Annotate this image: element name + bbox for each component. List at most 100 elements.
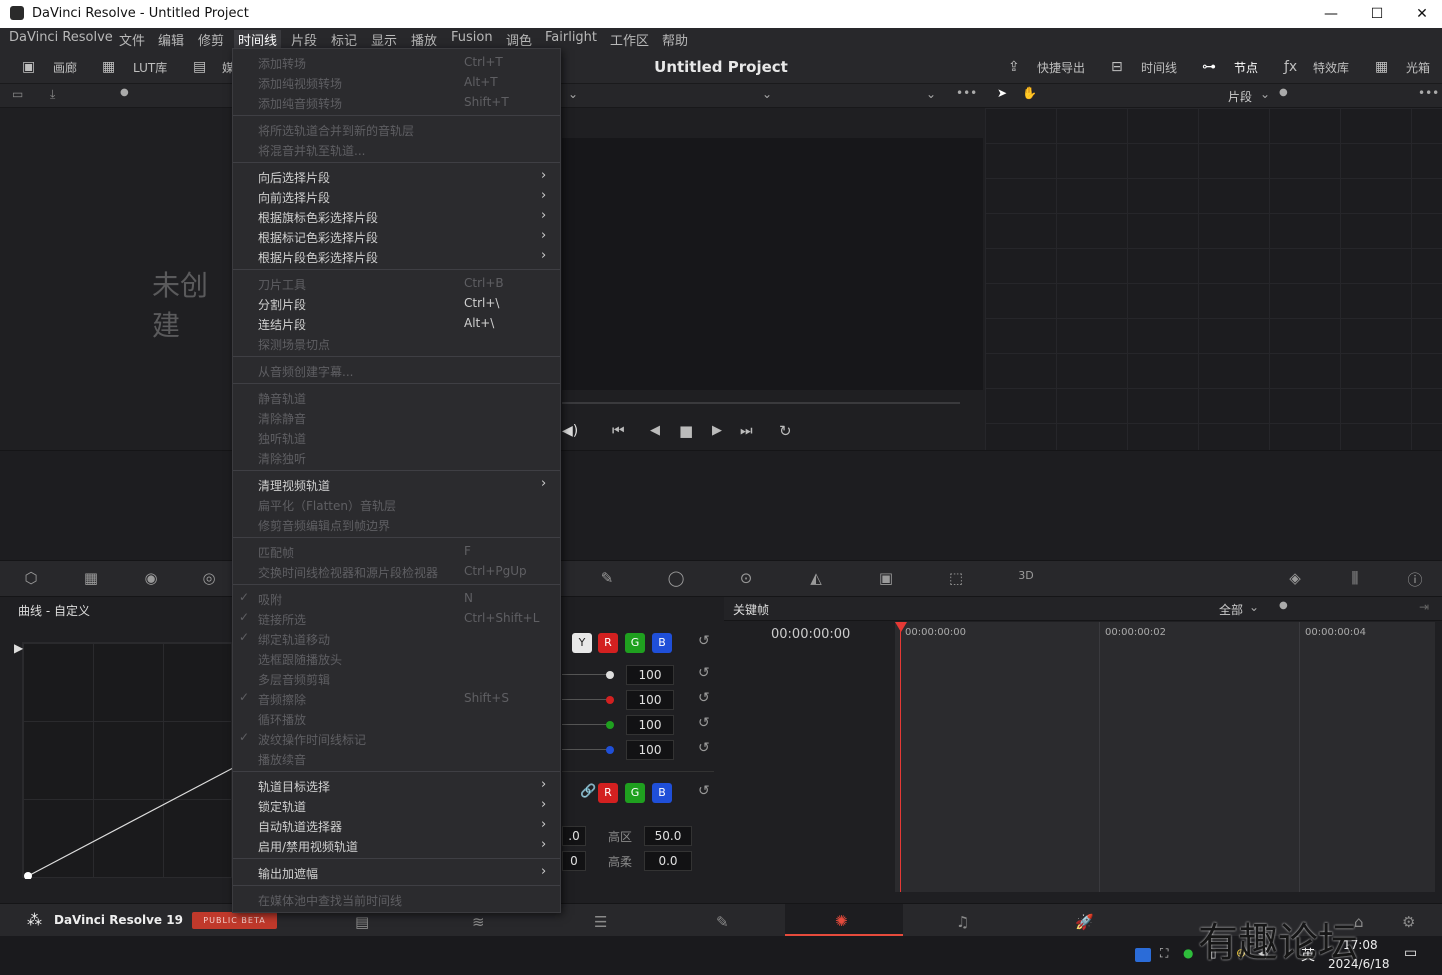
r-value-field[interactable]: 100 (626, 690, 674, 710)
timeline-menu-item[interactable]: 将所选轨道合并到新的音轨层 (233, 119, 560, 139)
b-slider-handle[interactable] (606, 746, 614, 754)
3d-icon[interactable]: 3D (1015, 569, 1037, 589)
menu-file[interactable]: 文件 (119, 30, 145, 49)
menu-help[interactable]: 帮助 (662, 30, 688, 49)
chevron-down-icon[interactable]: ⌄ (762, 87, 772, 101)
timeline-menu-item[interactable]: 向后选择片段 › (233, 166, 560, 186)
qualifier-icon[interactable]: ✎ (596, 569, 618, 589)
chevron-down-icon[interactable]: ⌄ (568, 87, 578, 101)
link-r-button[interactable]: R (598, 783, 618, 803)
menu-timeline[interactable]: 时间线 (234, 30, 282, 49)
timeline-menu-item[interactable]: 选框跟随播放头 (233, 648, 560, 668)
chevron-down-icon[interactable]: ⌄ (926, 87, 936, 101)
fusion-page-icon[interactable]: ✎ (716, 913, 729, 931)
timeline-menu-item[interactable]: 锁定轨道 › (233, 795, 560, 815)
timeline-menu-item[interactable]: 交换时间线检视器和源片段检视器 Ctrl+PgUp (233, 561, 560, 581)
color-page-tab[interactable]: ✺ (785, 904, 903, 936)
timeline-menu-item[interactable]: 修剪音频编辑点到帧边界 (233, 514, 560, 534)
gallery-button[interactable]: 画廊 (53, 59, 77, 76)
minimize-button[interactable]: — (1308, 0, 1354, 28)
channel-g-button[interactable]: G (625, 633, 645, 653)
menu-view[interactable]: 显示 (371, 30, 397, 49)
keyframe-zoom-slider[interactable]: ● (1279, 600, 1288, 611)
timeline-menu-item[interactable]: 匹配帧 F (233, 541, 560, 561)
tracker-icon[interactable]: ⊙ (735, 569, 757, 589)
sizing-icon[interactable]: ⬚ (945, 569, 967, 589)
skip-to-start-icon[interactable]: ⏮ (612, 423, 625, 439)
timeline-menu-item[interactable]: 添加转场 Ctrl+T (233, 52, 560, 72)
media-page-icon[interactable]: ▤ (355, 913, 369, 931)
g-slider-handle[interactable] (606, 721, 614, 729)
effects-button[interactable]: 特效库 (1313, 59, 1349, 76)
keyframe-filter-select[interactable]: 全部 (1219, 601, 1243, 618)
settings-gear-icon[interactable]: ⚙ (1402, 913, 1415, 931)
more-options-icon[interactable]: ••• (1418, 86, 1439, 100)
scopes-icon[interactable]: ⫼ (1344, 569, 1366, 589)
timeline-menu-item[interactable]: ✓ 链接所选 Ctrl+Shift+L (233, 608, 560, 628)
maximize-button[interactable]: ☐ (1354, 0, 1400, 28)
timeline-menu-item[interactable]: 刀片工具 Ctrl+B (233, 273, 560, 293)
timeline-menu-item[interactable]: ✓ 吸附 N (233, 588, 560, 608)
blur-icon[interactable]: ◭ (805, 569, 827, 589)
reverse-play-icon[interactable]: ◀ (650, 423, 660, 438)
node-zoom-slider[interactable]: ● (1279, 87, 1288, 98)
b-value-field[interactable]: 100 (626, 740, 674, 760)
deliver-page-icon[interactable]: 🚀 (1075, 913, 1094, 931)
low-value-field[interactable]: .0 (562, 826, 586, 846)
zoom-slider[interactable]: ● (120, 87, 129, 98)
highlight-value-field[interactable]: 50.0 (644, 826, 692, 846)
channel-y-button[interactable]: Y (572, 633, 592, 653)
timeline-menu-item[interactable]: 多层音频剪辑 (233, 668, 560, 688)
timeline-menu-item[interactable]: 将混音并轨至轨道... (233, 139, 560, 159)
timeline-menu-item[interactable]: 清除独听 (233, 447, 560, 467)
channel-b-button[interactable]: B (652, 633, 672, 653)
quick-export-button[interactable]: 快捷导出 (1037, 59, 1085, 76)
timeline-menu-item[interactable]: 扁平化（Flatten）音轨层 (233, 494, 560, 514)
nodes-button[interactable]: 节点 (1234, 59, 1258, 76)
stop-icon[interactable]: ■ (679, 422, 693, 440)
timeline-menu-item[interactable]: ✓ 音频擦除 Shift+S (233, 688, 560, 708)
slider-track[interactable] (562, 724, 610, 725)
menu-color[interactable]: 调色 (506, 30, 532, 49)
reset-icon[interactable]: ↺ (698, 690, 710, 706)
timeline-button[interactable]: 时间线 (1141, 59, 1177, 76)
reset-icon[interactable]: ↺ (698, 665, 710, 681)
menu-workspace[interactable]: 工作区 (610, 30, 649, 49)
curve-graph[interactable] (22, 642, 233, 879)
link-g-button[interactable]: G (625, 783, 645, 803)
timeline-menu-item[interactable]: 播放续音 (233, 748, 560, 768)
skip-to-end-icon[interactable]: ⏭ (740, 423, 753, 439)
timeline-menu-item[interactable]: 添加纯视频转场 Alt+T (233, 72, 560, 92)
timeline-menu-item[interactable]: 独听轨道 (233, 427, 560, 447)
timeline-menu-item[interactable]: 循环播放 (233, 708, 560, 728)
soft-value-field[interactable]: 0.0 (644, 851, 692, 871)
curve-handle-icon[interactable]: ▶ (14, 641, 23, 655)
timeline-menu-item[interactable]: 启用/禁用视频轨道 › (233, 835, 560, 855)
menu-clip[interactable]: 片段 (291, 30, 317, 49)
clip-mode-select[interactable]: 片段 (1228, 88, 1252, 105)
tray-app-icon[interactable] (1135, 948, 1151, 962)
menu-playback[interactable]: 播放 (411, 30, 437, 49)
volume-icon[interactable]: ◀) (562, 423, 578, 439)
color-match-icon[interactable]: ▦ (80, 569, 102, 589)
timeline-menu-item[interactable]: 向前选择片段 › (233, 186, 560, 206)
timeline-menu-item[interactable]: 从音频创建字幕... (233, 360, 560, 380)
close-button[interactable]: ✕ (1399, 0, 1442, 28)
timeline-menu-item[interactable]: 添加纯音频转场 Shift+T (233, 92, 560, 112)
reset-icon[interactable]: ↺ (698, 783, 710, 799)
timeline-menu-item[interactable]: 根据旗标色彩选择片段 › (233, 206, 560, 226)
menu-fusion[interactable]: Fusion (451, 30, 493, 45)
playhead[interactable] (900, 622, 901, 892)
menu-edit[interactable]: 编辑 (158, 30, 184, 49)
timeline-menu-item[interactable]: 静音轨道 (233, 387, 560, 407)
timeline-menu-item[interactable]: 自动轨道选择器 › (233, 815, 560, 835)
link-b-button[interactable]: B (652, 783, 672, 803)
slider-track[interactable] (562, 699, 610, 700)
wechat-icon[interactable]: ● (1183, 946, 1193, 960)
notification-icon[interactable]: ▭ (1404, 945, 1417, 961)
y-value-field[interactable]: 100 (626, 665, 674, 685)
window-icon[interactable]: ◯ (665, 569, 687, 589)
reset-icon[interactable]: ↺ (698, 715, 710, 731)
g-value-field[interactable]: 100 (626, 715, 674, 735)
timeline-menu-item[interactable]: 输出加遮幅 › (233, 862, 560, 882)
